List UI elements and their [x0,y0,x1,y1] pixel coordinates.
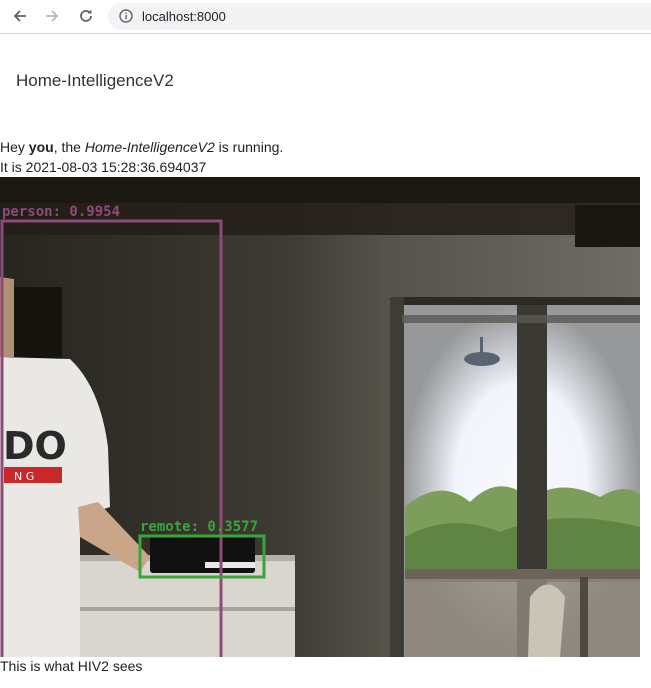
person-bounding-box [0,219,223,657]
image-caption: This is what HIV2 sees [0,658,143,674]
greeting-prefix: Hey [0,139,29,155]
greeting-line: Hey you, the Home-IntelligenceV2 is runn… [0,139,283,156]
person-detection-label: person: 0.9954 [2,204,120,220]
info-icon[interactable] [119,9,133,23]
timestamp-prefix: It is [0,159,26,175]
page-title: Home-IntelligenceV2 [16,71,174,90]
reload-icon[interactable] [76,6,96,26]
detection-overlay: person: 0.9954 remote: 0.3577 [0,204,266,657]
timestamp-line: It is 2021-08-03 15:28:36.694037 [0,159,206,176]
remote-bounding-box [138,534,266,579]
camera-feed-image: DO N G person: 0.9954 remote: 0.3577 [0,177,640,657]
forward-arrow-icon[interactable] [42,6,62,26]
greeting-app-name: Home-IntelligenceV2 [84,139,215,155]
url-text[interactable]: localhost:8000 [142,9,226,24]
greeting-middle: , the [53,139,85,155]
address-bar[interactable]: localhost:8000 [108,3,651,30]
browser-toolbar: localhost:8000 [0,0,651,34]
back-arrow-icon[interactable] [10,6,30,26]
remote-detection-label: remote: 0.3577 [140,519,258,535]
greeting-suffix: is running. [214,139,284,155]
greeting-name: you [28,139,54,155]
timestamp-value: 2021-08-03 15:28:36.694037 [25,159,207,175]
